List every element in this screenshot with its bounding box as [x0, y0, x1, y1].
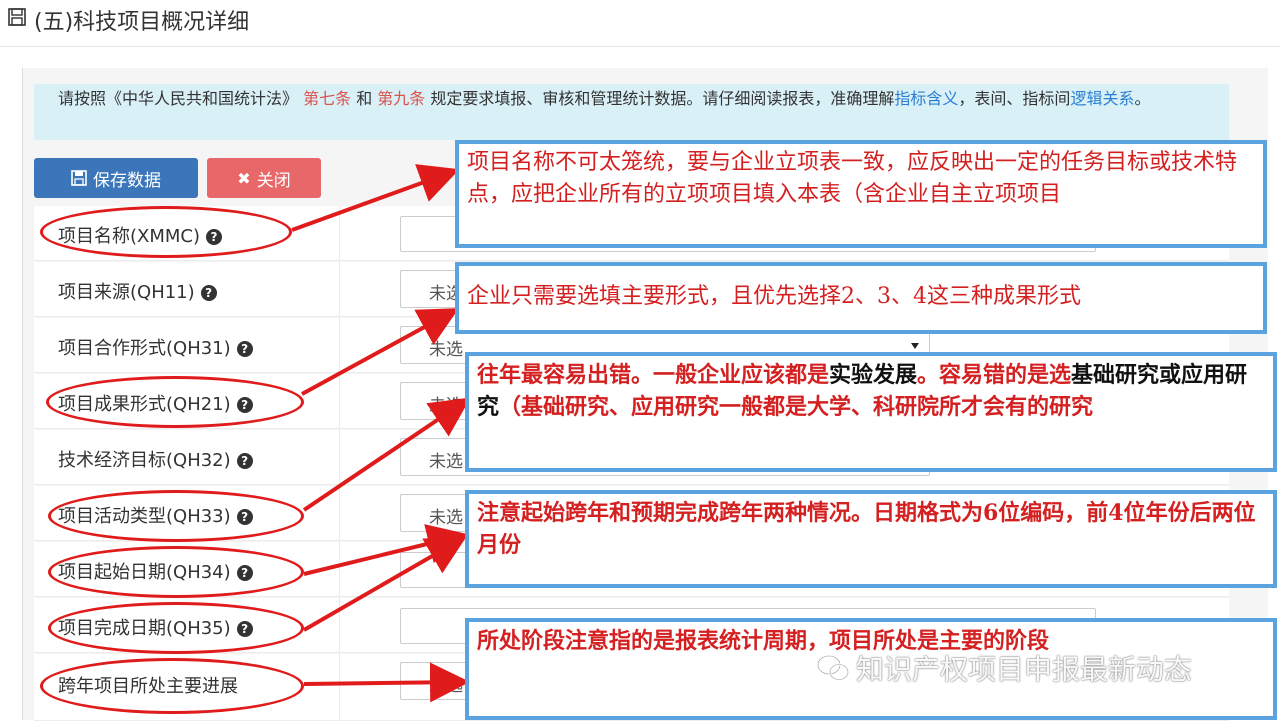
highlight-ellipse-activity-type [48, 490, 304, 542]
window-titlebar: (五)科技项目概况详细 [0, 0, 1280, 47]
close-button-label: 关闭 [256, 170, 291, 191]
help-icon[interactable]: ? [200, 285, 217, 301]
law-article-7: 第七条 [303, 89, 352, 108]
highlight-ellipse-project-name [40, 206, 292, 258]
watermark-text: 知识产权项目申报最新动态 [856, 653, 1193, 686]
callout-date-format: 注意起始跨年和预期完成跨年两种情况。日期格式为6位编码，前4位年份后两位月份 [465, 490, 1277, 588]
field-label: 项目来源(QH11)? [58, 278, 217, 304]
callout-activity-type: 往年最容易出错。一般企业应该都是实验发展。容易错的是选基础研究或应用研究（基础研… [465, 352, 1277, 472]
logic-relation-link[interactable]: 逻辑关系 [1070, 89, 1134, 108]
law-article-9: 第九条 [377, 89, 426, 108]
caret-down-icon [911, 343, 919, 349]
save-button-label: 保存数据 [93, 170, 161, 191]
save-icon [71, 170, 87, 186]
highlight-ellipse-cross-year [40, 658, 304, 714]
highlight-ellipse-end-date [48, 602, 304, 654]
close-icon: ✖ [237, 168, 251, 188]
highlight-ellipse-result-form [46, 376, 304, 428]
callout-project-name: 项目名称不可太笼统，要与企业立项表一致，应反映出一定的任务目标或技术特点，应把企… [455, 140, 1267, 248]
field-label: 技术经济目标(QH32)? [58, 446, 253, 472]
indicator-meaning-link[interactable]: 指标含义 [894, 89, 958, 108]
save-button[interactable]: 保存数据 [34, 158, 198, 198]
help-icon[interactable]: ? [236, 453, 253, 469]
help-icon[interactable]: ? [236, 341, 253, 357]
notice-banner: 请按照《中华人民共和国统计法》 第七条 和 第九条 规定要求填报、审核和管理统计… [34, 84, 1229, 140]
highlight-ellipse-start-date [48, 546, 304, 598]
window-title: (五)科技项目概况详细 [34, 10, 250, 35]
close-button[interactable]: ✖ 关闭 [207, 158, 321, 198]
wechat-icon [816, 654, 850, 681]
callout-result-form: 企业只需要选填主要形式，且优先选择2、3、4这三种成果形式 [455, 262, 1267, 334]
save-icon [8, 8, 26, 26]
field-label: 项目合作形式(QH31)? [58, 334, 253, 360]
